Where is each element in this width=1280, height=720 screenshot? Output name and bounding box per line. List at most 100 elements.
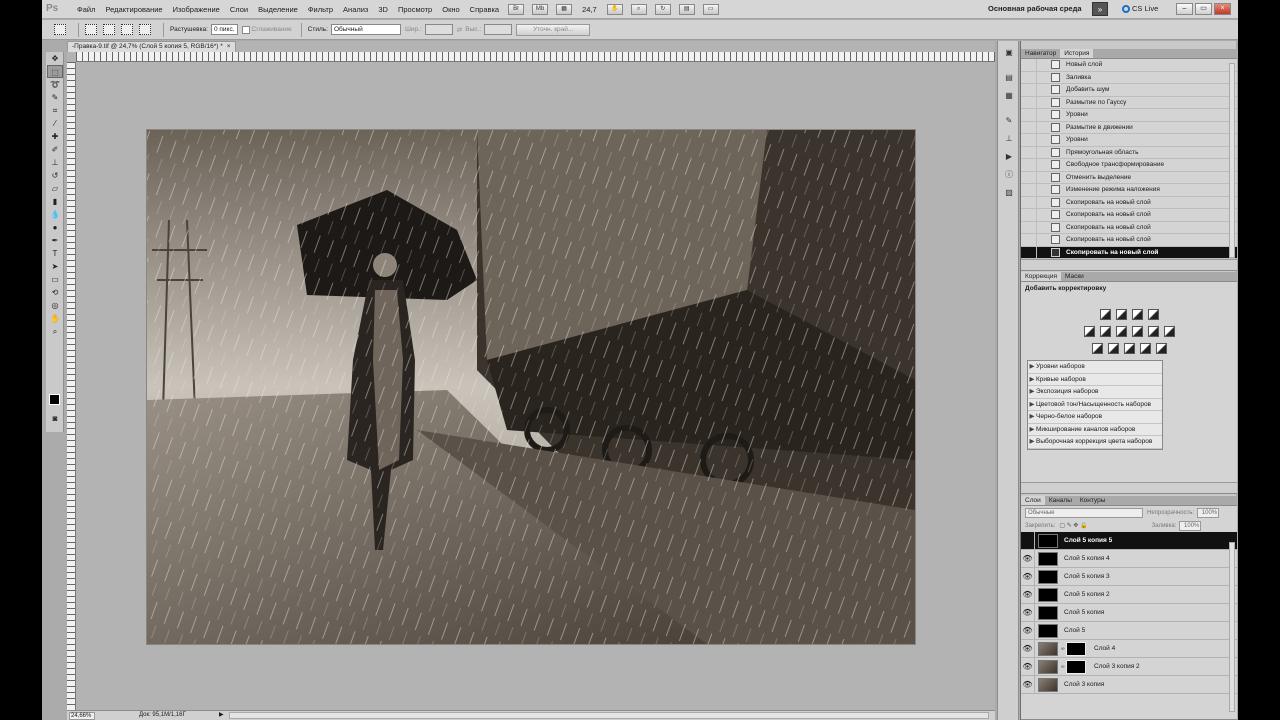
rotate-view-icon[interactable]: ↻ <box>654 3 671 15</box>
expand-triangle-icon[interactable]: ▶ <box>1028 411 1036 423</box>
minimize-icon[interactable]: – <box>1176 3 1193 15</box>
history-scrollbar[interactable] <box>1229 63 1235 258</box>
history-item[interactable]: Отменить выделение <box>1021 171 1237 184</box>
crop-tool-icon[interactable]: ⌗ <box>47 104 63 117</box>
tab-paths[interactable]: Контуры <box>1076 496 1110 505</box>
dodge-tool-icon[interactable]: ● <box>47 221 63 234</box>
brush-tool-icon[interactable]: ✐ <box>47 143 63 156</box>
history-snapshot-checkbox[interactable] <box>1025 71 1037 84</box>
workspace-more-icon[interactable]: » <box>1092 2 1108 16</box>
3d-rotate-tool-icon[interactable]: ⟲ <box>47 286 63 299</box>
history-snapshot-checkbox[interactable] <box>1025 121 1037 134</box>
visibility-eye-icon[interactable]: 👁 <box>1021 676 1035 693</box>
intersect-selection-icon[interactable] <box>139 24 151 35</box>
invert-icon[interactable] <box>1091 343 1103 354</box>
history-item[interactable]: Скопировать на новый слой <box>1021 234 1237 247</box>
layer-thumbnail[interactable] <box>1038 569 1058 584</box>
history-snapshot-checkbox[interactable] <box>1025 234 1037 246</box>
document-close-icon[interactable]: × <box>227 43 231 50</box>
pen-tool-icon[interactable]: ✒ <box>47 234 63 247</box>
levels-icon[interactable] <box>1115 309 1127 320</box>
channel-mixer-icon[interactable] <box>1163 326 1175 337</box>
height-input[interactable] <box>484 24 513 35</box>
status-menu-arrow-icon[interactable]: ▶ <box>219 711 224 720</box>
hue-saturation-icon[interactable] <box>1099 326 1111 337</box>
type-tool-icon[interactable]: T <box>47 247 63 260</box>
refine-edge-button[interactable]: Уточн. край... <box>516 23 591 36</box>
history-item[interactable]: Изменение режима наложения <box>1021 184 1237 197</box>
vibrance-icon[interactable] <box>1083 326 1095 337</box>
history-item[interactable]: Скопировать на новый слой <box>1021 209 1237 222</box>
quick-select-tool-icon[interactable]: ✎ <box>47 91 63 104</box>
adjustment-preset-item[interactable]: ▶ Цветовой тон/Насыщенность наборов <box>1028 399 1162 411</box>
adjustment-preset-item[interactable]: ▶ Экспозиция наборов <box>1028 386 1162 399</box>
cs-live-button[interactable]: CS Live <box>1122 4 1158 14</box>
adjustment-preset-item[interactable]: ▶ Уровни наборов <box>1028 361 1162 374</box>
clone-source-panel-icon[interactable]: ⊥ <box>1001 132 1017 145</box>
layer-mask-thumbnail[interactable] <box>1066 659 1086 674</box>
exposure-icon[interactable] <box>1147 309 1159 320</box>
layer-row[interactable]: 👁 Слой 5 копия 3 <box>1021 568 1237 586</box>
3d-orbit-tool-icon[interactable]: ◎ <box>47 299 63 312</box>
horizontal-scrollbar[interactable] <box>229 712 989 719</box>
visibility-eye-icon[interactable]: 👁 <box>1021 568 1035 585</box>
history-snapshot-checkbox[interactable] <box>1025 209 1037 221</box>
layer-thumbnail[interactable] <box>1038 587 1058 602</box>
shape-tool-icon[interactable]: ▭ <box>47 273 63 286</box>
layer-thumbnail[interactable] <box>1038 641 1058 656</box>
blend-mode-select[interactable]: Обычные <box>1025 507 1143 518</box>
style-select[interactable]: Обычный <box>330 24 401 35</box>
add-to-selection-icon[interactable] <box>103 24 115 35</box>
marquee-tool-icon[interactable]: ⬚ <box>47 65 63 78</box>
layer-row[interactable]: 👁 ∞ Слой 3 копия 2 <box>1021 658 1237 676</box>
history-item[interactable]: Новый слой <box>1021 59 1237 72</box>
history-item[interactable]: Скопировать на новый слой <box>1021 246 1237 259</box>
history-snapshot-checkbox[interactable] <box>1025 109 1037 121</box>
history-item[interactable]: Размытие в движении <box>1021 121 1237 134</box>
status-zoom-input[interactable]: 24,66% <box>69 712 95 720</box>
history-item[interactable]: Добавить шум <box>1021 84 1237 97</box>
gradient-tool-icon[interactable]: ▮ <box>47 195 63 208</box>
history-item[interactable]: Уровни <box>1021 134 1237 147</box>
history-item[interactable]: Размытие по Гауссу <box>1021 96 1237 109</box>
eyedropper-tool-icon[interactable]: ⁄ <box>47 117 63 130</box>
expand-triangle-icon[interactable]: ▶ <box>1028 436 1036 448</box>
hand-tool-icon[interactable]: ✋ <box>47 312 63 325</box>
brightness-contrast-icon[interactable] <box>1099 309 1111 320</box>
tab-history[interactable]: История <box>1060 49 1094 58</box>
adjustment-preset-item[interactable]: ▶ Черно-белое наборов <box>1028 411 1162 424</box>
mini-bridge-panel-icon[interactable]: ▣ <box>1001 46 1017 59</box>
path-select-tool-icon[interactable]: ➤ <box>47 260 63 273</box>
menu-layers[interactable]: Слои <box>225 5 253 14</box>
menu-analysis[interactable]: Анализ <box>338 5 373 14</box>
threshold-icon[interactable] <box>1123 343 1135 354</box>
menu-window[interactable]: Окно <box>437 5 464 14</box>
tab-adjustments[interactable]: Коррекция <box>1021 272 1061 281</box>
history-snapshot-checkbox[interactable] <box>1025 171 1037 184</box>
zoom-level-select[interactable]: 24,7 <box>582 5 597 14</box>
expand-triangle-icon[interactable]: ▶ <box>1028 399 1036 411</box>
layer-row[interactable]: 👁 ∞ Слой 4 <box>1021 640 1237 658</box>
swatches-panel-icon[interactable]: ▤ <box>1001 71 1017 84</box>
swap-icon[interactable]: ⇄ <box>457 26 462 34</box>
history-item[interactable]: Свободное трансформирование <box>1021 159 1237 172</box>
layer-row[interactable]: 👁 Слой 5 копия <box>1021 604 1237 622</box>
layer-row[interactable]: 👁 Слой 5 копия 2 <box>1021 586 1237 604</box>
photo-filter-icon[interactable] <box>1147 326 1159 337</box>
subtract-selection-icon[interactable] <box>121 24 133 35</box>
blur-tool-icon[interactable]: 💧 <box>47 208 63 221</box>
history-snapshot-checkbox[interactable] <box>1025 84 1037 96</box>
eraser-tool-icon[interactable]: ▱ <box>47 182 63 195</box>
brush-panel-icon[interactable]: ✎ <box>1001 114 1017 127</box>
history-snapshot-checkbox[interactable] <box>1025 59 1037 71</box>
tab-channels[interactable]: Каналы <box>1045 496 1076 505</box>
history-snapshot-checkbox[interactable] <box>1025 221 1037 234</box>
history-item[interactable]: Прямоугольная область <box>1021 146 1237 159</box>
history-snapshot-checkbox[interactable] <box>1025 96 1037 109</box>
actions-panel-icon[interactable]: ▶ <box>1001 150 1017 163</box>
quick-mask-icon[interactable]: ◙ <box>47 412 63 425</box>
layer-thumbnail[interactable] <box>1038 551 1058 566</box>
view-extras-icon[interactable]: ▦ <box>556 3 573 15</box>
opacity-input[interactable]: 100% <box>1197 507 1220 518</box>
lasso-tool-icon[interactable]: ➰ <box>47 78 63 91</box>
